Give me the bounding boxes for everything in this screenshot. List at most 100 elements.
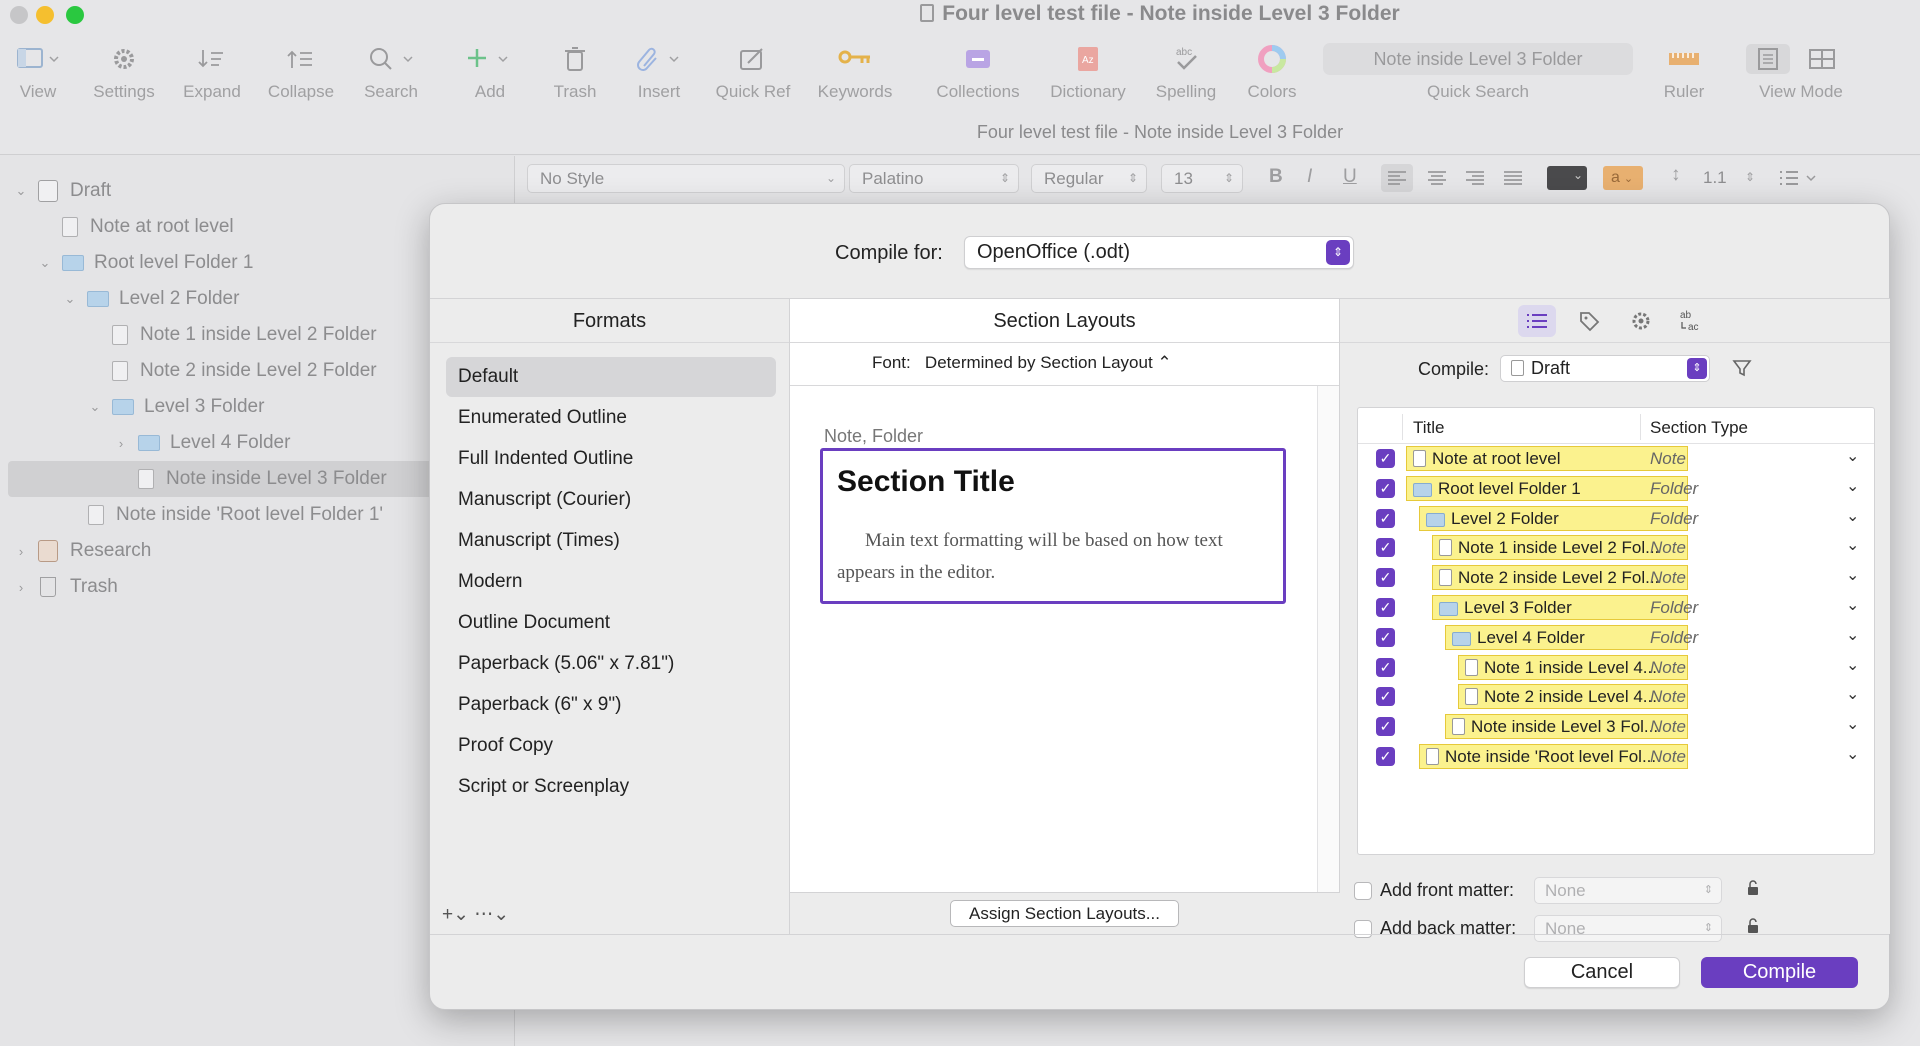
- layout-font-row[interactable]: Font: Determined by Section Layout ⌃: [790, 343, 1339, 386]
- table-row[interactable]: ✓ Note 2 inside Level 4... Note ⌄: [1358, 682, 1874, 712]
- include-checkbox[interactable]: ✓: [1376, 598, 1395, 617]
- lock-icon[interactable]: [1746, 880, 1762, 901]
- compile-button[interactable]: Compile: [1701, 957, 1858, 988]
- include-checkbox[interactable]: ✓: [1376, 627, 1395, 647]
- section-layout-preview[interactable]: Section Title Main text formatting will …: [820, 448, 1286, 604]
- toolbar-colors-button[interactable]: Colors: [1242, 40, 1302, 110]
- toolbar-view-button[interactable]: View: [12, 40, 64, 110]
- column-title-header[interactable]: Title: [1413, 418, 1445, 438]
- format-item[interactable]: Enumerated Outline: [446, 398, 776, 438]
- table-row[interactable]: ✓ Note inside Level 3 Fol... Note ⌄: [1358, 712, 1874, 742]
- format-item[interactable]: Default: [446, 357, 776, 397]
- front-matter-select[interactable]: None ⇕: [1534, 877, 1722, 904]
- toolbar-expand-button[interactable]: Expand: [180, 40, 244, 110]
- include-checkbox[interactable]: ✓: [1376, 687, 1395, 707]
- italic-button[interactable]: I: [1307, 166, 1312, 188]
- font-weight-select[interactable]: Regular ⇕: [1031, 164, 1147, 193]
- row-section-type[interactable]: Folder: [1650, 598, 1698, 618]
- align-center-icon[interactable]: [1421, 164, 1453, 192]
- include-checkbox[interactable]: ✓: [1376, 657, 1395, 677]
- filter-icon[interactable]: [1732, 358, 1752, 383]
- format-item[interactable]: Full Indented Outline: [446, 439, 776, 479]
- format-item[interactable]: Script or Screenplay: [446, 767, 776, 807]
- table-row[interactable]: ✓ Note at root level Note ⌄: [1358, 444, 1874, 474]
- tab-contents[interactable]: [1518, 304, 1556, 337]
- chevron-down-icon[interactable]: ⌄: [1846, 506, 1859, 526]
- row-section-type[interactable]: Note: [1650, 658, 1686, 678]
- chevron-down-icon[interactable]: ⌄: [38, 255, 52, 271]
- compile-source-select[interactable]: Draft ⇕: [1500, 355, 1710, 382]
- row-section-type[interactable]: Note: [1650, 538, 1686, 558]
- row-section-type[interactable]: Folder: [1650, 628, 1698, 648]
- text-color-button[interactable]: ⌄: [1547, 166, 1587, 190]
- chevron-right-icon[interactable]: ›: [14, 544, 28, 559]
- layout-font-value[interactable]: Determined by Section Layout ⌃: [925, 353, 1172, 372]
- table-row[interactable]: ✓ Level 4 Folder Folder ⌄: [1358, 623, 1874, 653]
- row-section-type[interactable]: Note: [1650, 568, 1686, 588]
- column-separator[interactable]: [1402, 414, 1403, 440]
- chevron-down-icon[interactable]: ⌄: [1846, 714, 1859, 734]
- table-row[interactable]: ✓ Note 1 inside Level 4... Note ⌄: [1358, 653, 1874, 683]
- tab-replacements[interactable]: ab ac: [1674, 305, 1712, 337]
- style-select[interactable]: No Style ⌄: [527, 164, 845, 193]
- cancel-button[interactable]: Cancel: [1524, 957, 1680, 988]
- chevron-down-icon[interactable]: ⌄: [1846, 625, 1859, 645]
- chevron-down-icon[interactable]: ⌄: [1846, 595, 1859, 615]
- include-checkbox[interactable]: ✓: [1376, 717, 1395, 737]
- toolbar-search-button[interactable]: Search: [360, 40, 422, 110]
- format-item[interactable]: Outline Document: [446, 603, 776, 643]
- table-row[interactable]: ✓ Note inside 'Root level Fol... Note ⌄: [1358, 742, 1874, 772]
- row-section-type[interactable]: Note: [1650, 449, 1686, 469]
- row-section-type[interactable]: Note: [1650, 747, 1686, 767]
- chevron-down-icon[interactable]: ⌄: [1846, 565, 1859, 585]
- toolbar-add-button[interactable]: Add: [466, 40, 514, 110]
- underline-button[interactable]: U: [1343, 166, 1357, 188]
- toolbar-dictionary-button[interactable]: Az Dictionary: [1046, 40, 1130, 110]
- table-row[interactable]: ✓ Note 2 inside Level 2 Fol... Note ⌄: [1358, 563, 1874, 593]
- align-right-icon[interactable]: [1459, 164, 1491, 192]
- include-checkbox[interactable]: ✓: [1376, 449, 1395, 468]
- chevron-down-icon[interactable]: ⌄: [88, 399, 102, 415]
- column-section-type-header[interactable]: Section Type: [1650, 418, 1748, 438]
- toolbar-collapse-button[interactable]: Collapse: [264, 40, 338, 110]
- toolbar-ruler-button[interactable]: Ruler: [1656, 40, 1712, 110]
- row-section-type[interactable]: Note: [1650, 717, 1686, 737]
- format-actions[interactable]: +⌄ ⋯⌄: [442, 903, 509, 926]
- layouts-scrollbar[interactable]: [1317, 386, 1339, 894]
- format-item[interactable]: Proof Copy: [446, 726, 776, 766]
- toolbar-spelling-button[interactable]: abc Spelling: [1150, 40, 1222, 110]
- chevron-down-icon[interactable]: ⌄: [1846, 744, 1859, 764]
- bold-button[interactable]: B: [1269, 166, 1283, 188]
- compile-for-select[interactable]: OpenOffice (.odt) ⇕: [964, 236, 1354, 269]
- font-size-select[interactable]: 13 ⇕: [1161, 164, 1243, 193]
- toolbar-settings-button[interactable]: Settings: [88, 40, 160, 110]
- tab-options[interactable]: [1622, 305, 1660, 337]
- include-checkbox[interactable]: ✓: [1376, 538, 1395, 558]
- chevron-down-icon[interactable]: ⌄: [14, 183, 28, 199]
- highlight-color-button[interactable]: a ⌄: [1603, 166, 1643, 190]
- table-row[interactable]: ✓ Note 1 inside Level 2 Fol... Note ⌄: [1358, 533, 1874, 563]
- include-checkbox[interactable]: ✓: [1376, 568, 1395, 588]
- chevron-down-icon[interactable]: ⌄: [1846, 476, 1859, 496]
- toolbar-quick-ref-button[interactable]: Quick Ref: [712, 40, 794, 110]
- chevron-down-icon[interactable]: ⌄: [1846, 655, 1859, 675]
- include-checkbox[interactable]: ✓: [1376, 478, 1395, 498]
- toolbar-keywords-button[interactable]: Keywords: [814, 40, 896, 110]
- format-item[interactable]: Paperback (5.06" x 7.81"): [446, 644, 776, 684]
- toolbar-view-mode-button[interactable]: View Mode: [1746, 40, 1856, 110]
- align-left-button[interactable]: [1381, 164, 1413, 192]
- front-matter-checkbox[interactable]: [1354, 882, 1372, 900]
- toolbar-trash-button[interactable]: Trash: [552, 40, 598, 110]
- row-section-type[interactable]: Note: [1650, 687, 1686, 707]
- binder-item-draft[interactable]: ⌄ Draft: [0, 173, 514, 209]
- format-item[interactable]: Paperback (6" x 9"): [446, 685, 776, 725]
- font-family-select[interactable]: Palatino ⇕: [849, 164, 1019, 193]
- chevron-down-icon[interactable]: ⌄: [1846, 535, 1859, 555]
- chevron-down-icon[interactable]: ⌄: [63, 291, 77, 307]
- format-item[interactable]: Modern: [446, 562, 776, 602]
- include-checkbox[interactable]: ✓: [1376, 747, 1395, 766]
- line-spacing-select[interactable]: 1.1 ⇕: [1691, 164, 1763, 193]
- toolbar-insert-button[interactable]: Insert: [632, 40, 686, 110]
- format-item[interactable]: Manuscript (Courier): [446, 480, 776, 520]
- tab-metadata[interactable]: [1570, 305, 1608, 337]
